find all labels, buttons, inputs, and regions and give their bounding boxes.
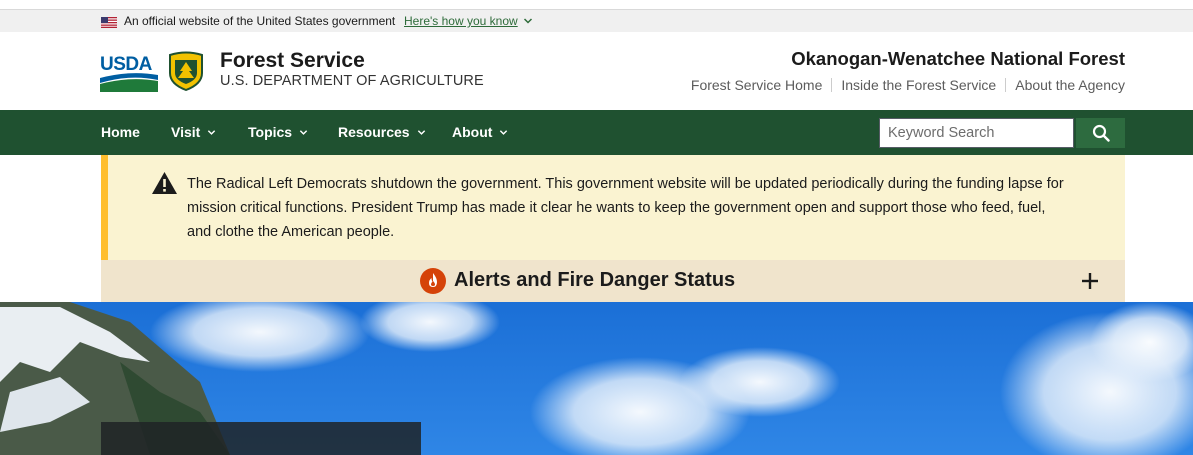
warning-icon — [152, 172, 177, 194]
nav-item-label: Resources — [338, 124, 410, 140]
agency-name[interactable]: Forest Service — [220, 49, 365, 73]
forest-name[interactable]: Okanogan-Wenatchee National Forest — [791, 48, 1125, 70]
alerts-title: Alerts and Fire Danger Status — [454, 269, 736, 291]
hero-image — [0, 302, 1193, 455]
search-icon — [1092, 124, 1110, 142]
about-agency-link[interactable]: About the Agency — [1015, 77, 1125, 93]
how-you-know-link[interactable]: Here's how you know — [404, 14, 518, 28]
nav-item-home[interactable]: Home — [101, 124, 140, 140]
inside-forest-service-link[interactable]: Inside the Forest Service — [841, 77, 996, 93]
nav-item-label: Visit — [171, 124, 201, 140]
notice-text: The Radical Left Democrats shutdown the … — [187, 176, 1064, 240]
browser-top-edge — [0, 0, 1193, 10]
search-button[interactable] — [1076, 118, 1125, 148]
gov-banner-text: An official website of the United States… — [124, 14, 396, 28]
hero-caption-panel — [101, 422, 421, 455]
nav-item-label: Home — [101, 124, 140, 140]
nav-item-label: About — [452, 124, 493, 140]
forest-service-shield-logo[interactable] — [167, 51, 205, 91]
gov-banner: An official website of the United States… — [0, 10, 1193, 32]
alerts-accordion[interactable]: Alerts and Fire Danger Status — [101, 260, 1125, 302]
chevron-down-icon — [299, 129, 308, 135]
usda-logo[interactable]: USDA — [100, 50, 160, 92]
chevron-down-icon — [208, 129, 216, 135]
site-header: USDA Forest Service U.S. DEPARTMENT OF A… — [0, 32, 1193, 110]
fire-icon — [420, 268, 446, 294]
nav-item-label: Topics — [248, 124, 293, 140]
us-flag-icon — [101, 17, 117, 28]
plus-icon[interactable] — [1081, 272, 1099, 290]
chevron-down-icon — [417, 129, 425, 135]
nav-item-resources[interactable]: Resources — [338, 124, 426, 140]
utility-links: Forest Service Home Inside the Forest Se… — [691, 77, 1125, 93]
main-nav: Home Visit Topics Resources About — [0, 110, 1193, 155]
chevron-down-icon — [500, 129, 508, 135]
divider — [831, 78, 833, 92]
shutdown-notice: The Radical Left Democrats shutdown the … — [101, 155, 1125, 260]
nav-item-about[interactable]: About — [452, 124, 508, 140]
forest-service-home-link[interactable]: Forest Service Home — [691, 77, 822, 93]
search-input[interactable] — [879, 118, 1074, 148]
nav-item-visit[interactable]: Visit — [171, 124, 216, 140]
divider — [1005, 78, 1007, 92]
nav-item-topics[interactable]: Topics — [248, 124, 308, 140]
svg-text:USDA: USDA — [100, 54, 153, 75]
chevron-down-icon[interactable] — [523, 16, 533, 26]
agency-department: U.S. DEPARTMENT OF AGRICULTURE — [220, 73, 484, 89]
